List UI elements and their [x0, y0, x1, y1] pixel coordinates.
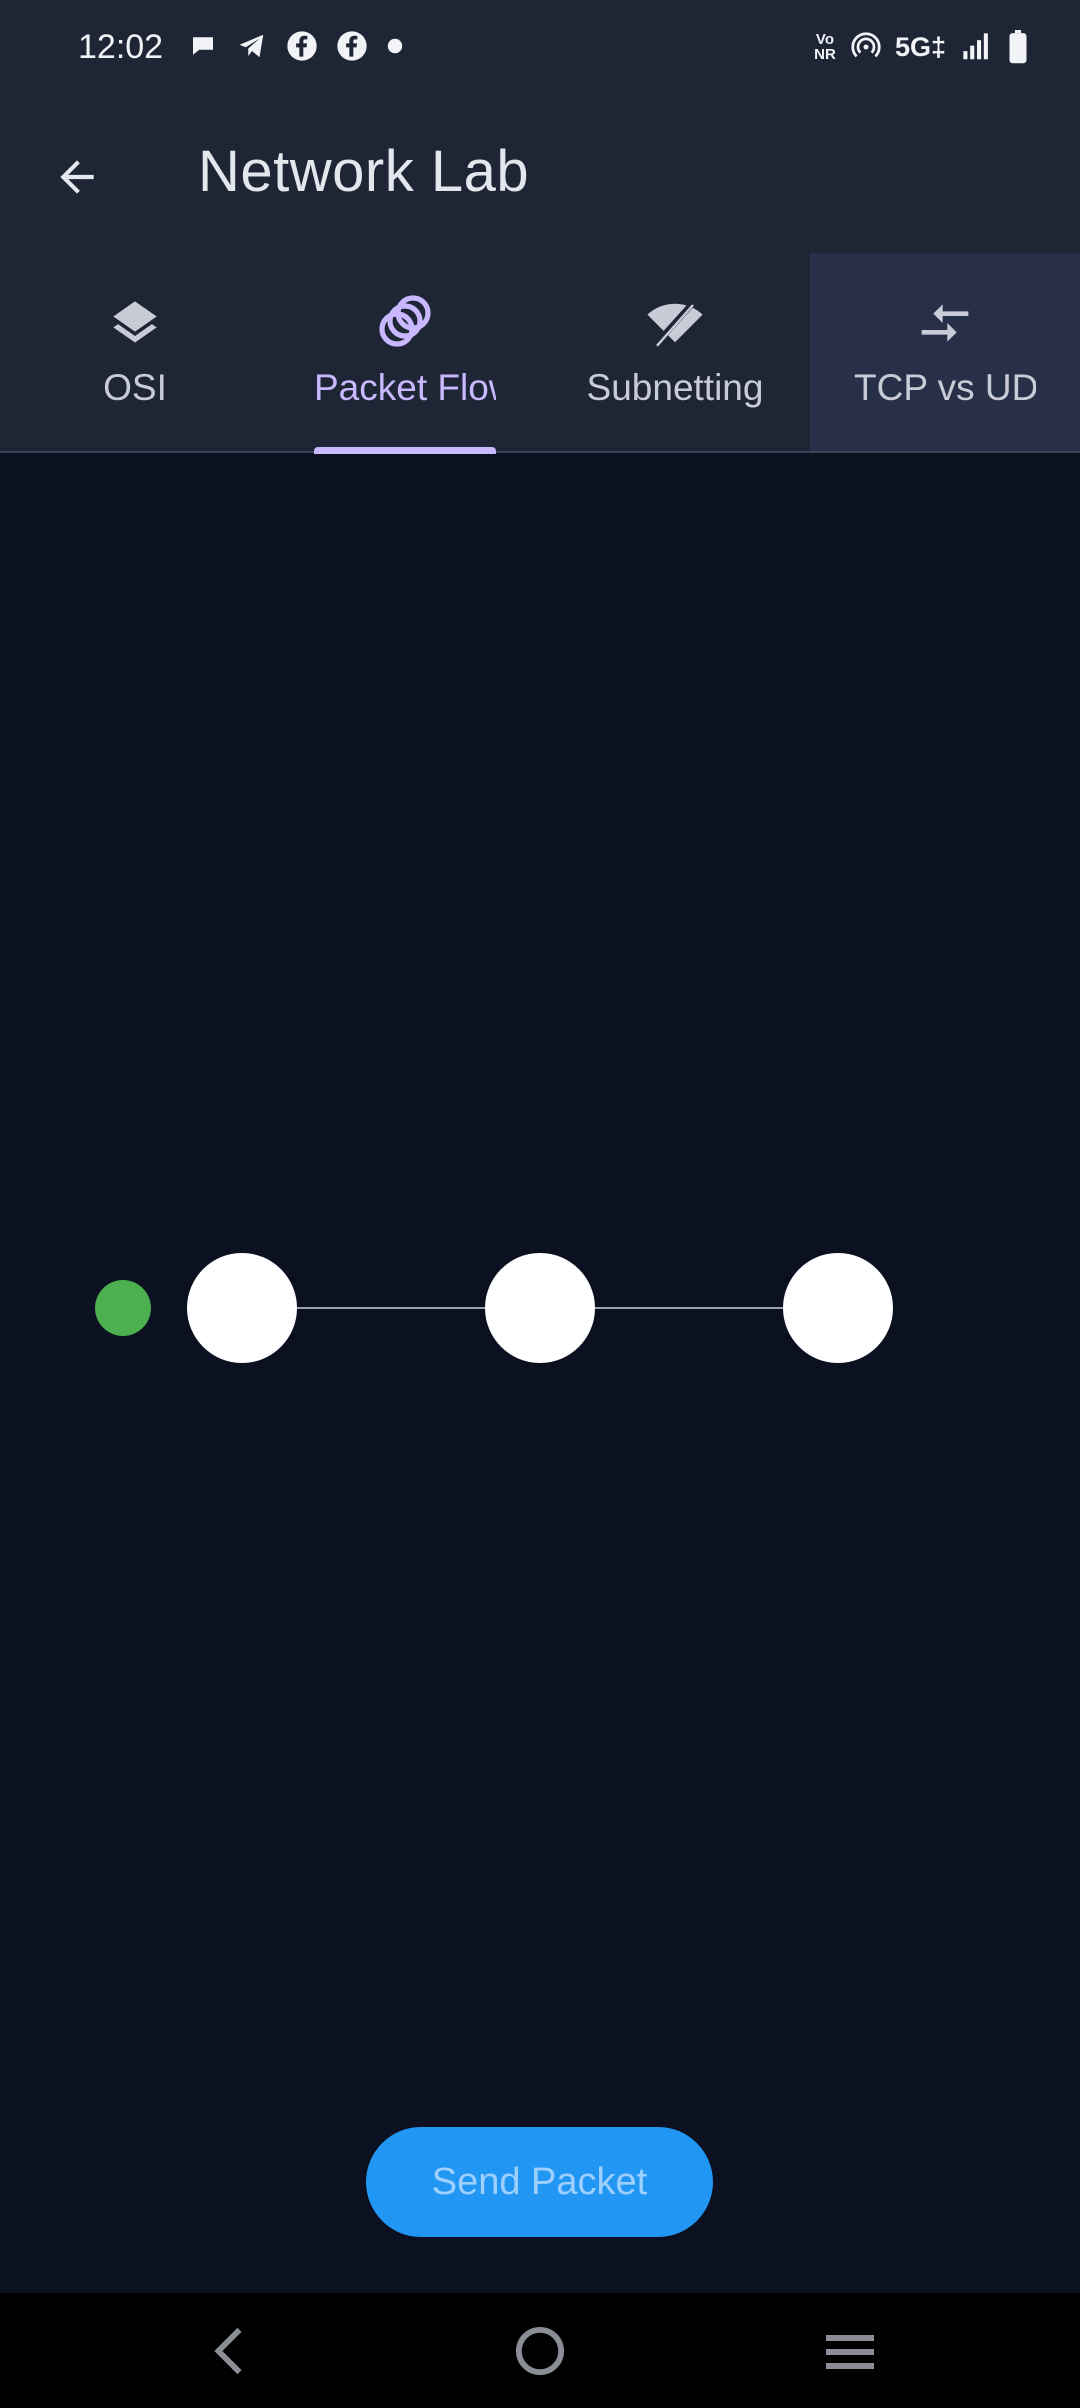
nav-home-button[interactable]	[480, 2313, 600, 2388]
page-title: Network Lab	[198, 139, 530, 204]
back-button[interactable]	[40, 140, 114, 214]
system-icons: Vo NR 5G‡	[813, 30, 1028, 64]
layers-icon	[109, 293, 161, 353]
wifi-off-icon	[645, 293, 705, 353]
tab-osi[interactable]: OSI	[0, 253, 270, 451]
tab-tcp-vs-udp[interactable]: TCP vs UDP	[810, 253, 1080, 451]
tab-tcp-vs-udp-label: TCP vs UDP	[854, 367, 1036, 408]
packet-flow-panel	[0, 455, 1080, 2293]
tab-packet-flow[interactable]: Packet Flow	[270, 253, 540, 451]
notification-icons	[188, 30, 404, 62]
system-nav-bar	[0, 2293, 1080, 2408]
rings-icon	[375, 293, 435, 353]
nav-recents-button[interactable]	[790, 2313, 910, 2388]
tab-packet-flow-label: Packet Flow	[314, 367, 496, 408]
telegram-icon	[236, 31, 268, 61]
facebook-icon	[336, 30, 368, 62]
tab-subnetting[interactable]: Subnetting	[540, 253, 810, 451]
arrow-back-icon	[60, 160, 94, 194]
chat-bubble-icon	[188, 31, 218, 61]
signal-icon	[960, 32, 994, 62]
facebook-icon	[286, 30, 318, 62]
node-1	[187, 1253, 297, 1363]
app-bar: Network Lab	[0, 100, 1080, 253]
tab-subnetting-label: Subnetting	[586, 367, 764, 408]
vonr-text: Vo NR	[814, 31, 836, 63]
battery-icon	[1008, 30, 1028, 64]
compare-arrows-icon	[916, 293, 974, 353]
recents-nav-icon	[826, 2334, 874, 2369]
send-packet-button[interactable]: Send Packet	[366, 2127, 713, 2237]
node-2	[485, 1253, 595, 1363]
status-time: 12:02	[78, 28, 164, 66]
home-nav-icon	[515, 2326, 565, 2375]
status-bar: 12:02 Vo NR 5G‡	[0, 0, 1080, 100]
active-tab-indicator	[314, 447, 496, 454]
5g-icon: 5G‡	[894, 31, 946, 62]
tab-osi-label: OSI	[103, 367, 167, 408]
dot-icon	[386, 37, 404, 55]
tab-bar: OSI Packet Flow Subnetting TCP vs UD	[0, 253, 1080, 453]
vonr-icon: Vo NR	[813, 32, 837, 62]
packet-flow-diagram	[95, 1253, 893, 1363]
nav-back-button[interactable]	[168, 2313, 288, 2388]
packet-dot	[95, 1280, 151, 1336]
hotspot-icon	[851, 32, 881, 62]
back-nav-icon	[214, 2327, 242, 2374]
node-3	[783, 1253, 893, 1363]
